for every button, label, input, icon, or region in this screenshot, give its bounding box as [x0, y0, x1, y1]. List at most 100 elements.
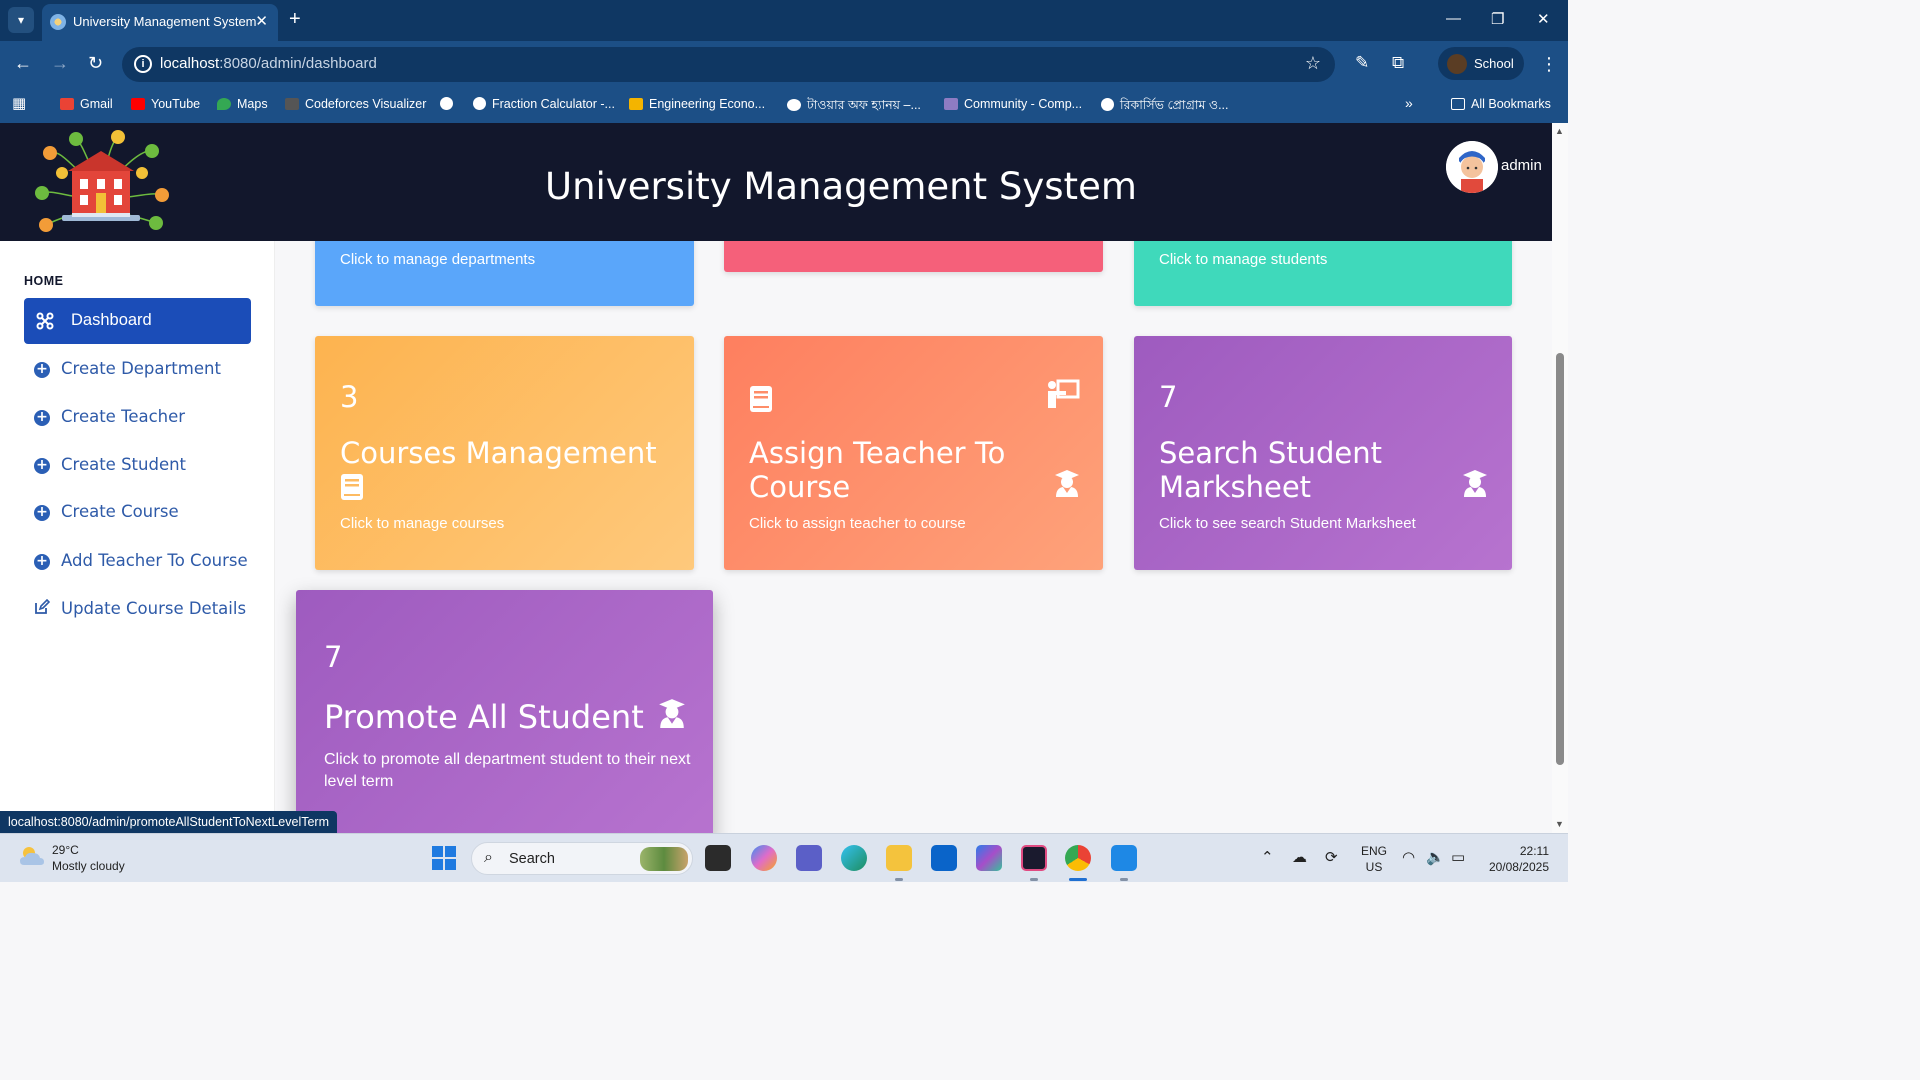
back-icon[interactable]: ← [14, 53, 32, 74]
globe-icon [473, 97, 486, 110]
slides-icon [629, 98, 643, 110]
search-icon: ⌕ [484, 849, 493, 866]
card-title: Promote All Student [324, 698, 644, 736]
weather-description[interactable]: Mostly cloudy [52, 859, 125, 873]
weather-temperature[interactable]: 29°C [52, 843, 79, 857]
card-promote-all-student[interactable]: 7 Promote All Student Click to promote a… [296, 590, 713, 833]
taskbar-search[interactable]: ⌕ Search [471, 842, 693, 875]
bookmark-star-icon[interactable]: ☆ [1305, 53, 1321, 74]
input-language[interactable]: ENG US [1361, 843, 1387, 875]
card-search-student-marksheet[interactable]: 7 Search Student Marksheet Click to see … [1134, 336, 1512, 570]
address-bar[interactable]: i localhost:8080/admin/dashboard ☆ [122, 47, 1335, 82]
bookmark-codeforces-visualizer[interactable]: Codeforces Visualizer [285, 97, 426, 111]
tab-search-dropdown-icon[interactable]: ▾ [8, 7, 34, 33]
link-status-bubble: localhost:8080/admin/promoteAllStudentTo… [0, 811, 338, 833]
page-scrollbar[interactable]: ▲ ▼ [1552, 123, 1568, 833]
bookmark-fraction-calculator[interactable]: Fraction Calculator -... [473, 97, 615, 111]
new-tab-icon[interactable]: + [289, 8, 301, 31]
copilot-icon[interactable] [751, 845, 777, 871]
sidebar-item-create-teacher[interactable]: + Create Teacher [34, 407, 185, 426]
sync-icon[interactable]: ⟳ [1325, 848, 1338, 866]
reload-icon[interactable]: ↻ [88, 53, 103, 74]
minimize-icon[interactable]: — [1446, 10, 1461, 27]
bookmark-globe[interactable] [440, 97, 459, 111]
file-explorer-icon[interactable] [886, 845, 912, 871]
dashboard-main: Click to manage departments Click to man… [276, 241, 1552, 833]
scroll-up-icon[interactable]: ▲ [1555, 126, 1564, 136]
bookmark-youtube[interactable]: YouTube [131, 97, 200, 111]
windows-start-icon[interactable] [432, 846, 456, 870]
sidebar-item-create-department[interactable]: + Create Department [34, 359, 221, 378]
system-clock[interactable]: 22:11 20/08/2025 [1483, 843, 1549, 875]
intellij-icon[interactable] [1021, 845, 1047, 871]
card-students[interactable]: Click to manage students [1134, 241, 1512, 306]
eyedropper-extension-icon[interactable]: ✎ [1355, 53, 1369, 73]
restore-icon[interactable]: ❐ [1491, 10, 1504, 28]
teams-icon[interactable] [796, 845, 822, 871]
browser-menu-icon[interactable]: ⋮ [1540, 54, 1558, 75]
plus-circle-icon: + [34, 554, 50, 570]
sidebar-item-label: Create Teacher [61, 407, 186, 426]
language-code: ENG [1361, 844, 1388, 858]
bookmark-tower-of-hanoi[interactable]: টাওয়ার অফ হ্যানয় –... [787, 97, 921, 117]
browser-tab[interactable]: University Management System ✕ [42, 4, 278, 41]
bookmark-maps[interactable]: Maps [217, 97, 268, 111]
admin-avatar[interactable] [1446, 141, 1498, 193]
apps-grid-icon[interactable]: ▦ [12, 94, 26, 112]
outlook-icon[interactable] [931, 845, 957, 871]
book-icon [341, 474, 363, 500]
sidebar: HOME Dashboard + Create Department + Creat… [0, 241, 275, 833]
folder-icon [1451, 98, 1465, 110]
sidebar-section-home: HOME [24, 274, 64, 288]
card-assign-teacher-to-course[interactable]: Assign Teacher To Course Click to assign… [724, 336, 1103, 570]
card-teachers[interactable] [724, 241, 1103, 272]
sidebar-item-add-teacher-to-course[interactable]: + Add Teacher To Course [34, 551, 248, 570]
sidebar-item-create-student[interactable]: + Create Student [34, 455, 186, 474]
maps-pin-icon [217, 98, 231, 110]
youtube-icon [131, 98, 145, 110]
card-count: 7 [324, 640, 343, 674]
volume-icon[interactable]: 🔈 [1426, 848, 1445, 866]
bookmark-engineering-economics[interactable]: Engineering Econo... [629, 97, 765, 111]
sidebar-item-label: Create Department [61, 359, 221, 378]
search-highlight-image [640, 847, 688, 871]
photos-icon[interactable] [1111, 845, 1137, 871]
scrollbar-thumb[interactable] [1556, 353, 1564, 765]
card-subtitle: Click to promote all department student … [324, 751, 691, 790]
sidebar-item-dashboard[interactable]: Dashboard [24, 298, 251, 344]
sidebar-item-label: Dashboard [71, 311, 152, 329]
close-window-icon[interactable]: ✕ [1537, 10, 1550, 28]
site-info-icon[interactable]: i [134, 55, 152, 73]
profile-button[interactable]: School [1438, 47, 1524, 80]
bookmark-gmail[interactable]: Gmail [60, 97, 113, 111]
scroll-down-icon[interactable]: ▼ [1555, 819, 1564, 829]
wordpress-icon [787, 99, 801, 111]
edge-icon[interactable] [841, 845, 867, 871]
onedrive-cloud-icon[interactable]: ☁ [1292, 848, 1307, 866]
admin-username[interactable]: admin [1501, 157, 1542, 174]
all-bookmarks-button[interactable]: All Bookmarks [1451, 97, 1551, 111]
extensions-puzzle-icon[interactable]: ⧉ [1392, 53, 1404, 73]
more-bookmarks-icon[interactable]: » [1405, 95, 1413, 111]
forward-icon[interactable]: → [51, 53, 69, 74]
bookmark-recursive-program[interactable]: রিকার্সিভ প্রোগ্রাম ও... [1101, 97, 1229, 117]
keyboard-layout: US [1365, 860, 1383, 874]
card-count: 3 [340, 380, 359, 414]
tab-close-icon[interactable]: ✕ [255, 12, 268, 30]
sidebar-item-create-course[interactable]: + Create Course [34, 502, 179, 521]
card-courses-management[interactable]: 3 Courses Management Click to manage cou… [315, 336, 694, 570]
chrome-icon[interactable] [1065, 845, 1091, 871]
bookmark-community[interactable]: Community - Comp... [944, 97, 1082, 111]
battery-icon[interactable]: ▭ [1451, 848, 1465, 866]
microsoft-365-icon[interactable] [976, 845, 1002, 871]
partly-cloudy-icon[interactable] [18, 845, 46, 867]
card-departments[interactable]: Click to manage departments [315, 241, 694, 306]
codeforces-icon [285, 98, 299, 110]
show-hidden-icons-chevron-icon[interactable]: ⌃ [1261, 848, 1274, 866]
wifi-icon[interactable]: ◠ [1402, 848, 1415, 866]
task-view-icon[interactable] [705, 845, 731, 871]
edit-icon [35, 599, 50, 614]
clock-date: 20/08/2025 [1488, 860, 1549, 874]
globe-icon [1101, 98, 1114, 111]
sidebar-item-update-course-details[interactable]: Update Course Details [34, 599, 246, 618]
